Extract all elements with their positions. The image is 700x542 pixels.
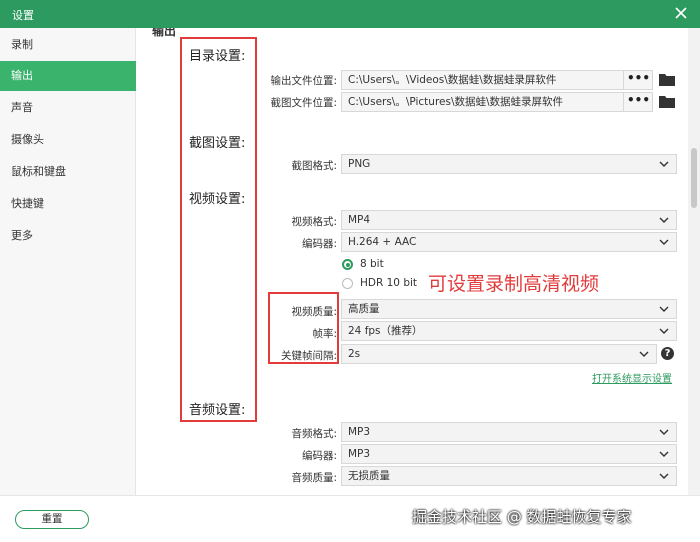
video-quality-select[interactable]: 高质量 [341,299,677,319]
chevron-down-icon [659,451,669,457]
chevron-down-icon [659,161,669,167]
reset-button[interactable]: 重置 [15,510,89,529]
hdr-10-bit-radio[interactable] [342,278,353,289]
audio-format-select[interactable]: MP3 [341,422,677,442]
output-heading: 输出 [152,28,177,38]
scrollbar-thumb[interactable] [691,148,697,208]
help-icon[interactable]: ? [661,347,674,360]
audio-encoder-value: MP3 [348,448,371,460]
content-scrollbar[interactable] [688,28,700,495]
screenshot-path-browse-button[interactable]: ••• [623,92,653,112]
audio-format-label: 音频格式: [291,428,337,440]
annotation-note: 可设置录制高清视频 [428,273,600,295]
chevron-down-icon [659,328,669,334]
sidebar-item-mouse-keyboard[interactable]: 鼠标和键盘 [0,157,136,187]
video-format-select[interactable]: MP4 [341,210,677,230]
sidebar-item-hotkeys[interactable]: 快捷键 [0,189,136,219]
audio-quality-value: 无损质量 [348,470,390,482]
video-encoder-select[interactable]: H.264 + AAC [341,232,677,252]
sidebar-item-sound[interactable]: 声音 [0,93,136,123]
close-icon[interactable] [672,4,690,22]
footer-bar: 重置 掘金技术社区 @ 数据蛙恢复专家 [0,495,700,542]
screenshot-format-value: PNG [348,158,371,170]
keyframe-interval-select[interactable]: 2s [341,344,657,364]
output-path-browse-button[interactable]: ••• [623,70,653,90]
frame-rate-select[interactable]: 24 fps（推荐） [341,321,677,341]
frame-rate-value: 24 fps（推荐） [348,325,423,337]
screenshot-folder-icon[interactable] [659,95,675,108]
open-display-settings-link[interactable]: 打开系统显示设置 [592,370,672,385]
output-path-field[interactable]: C:\Users\。\Videos\数据蛙\数据蛙录屏软件 ••• [341,70,653,90]
chevron-down-icon [659,217,669,223]
title-bar: 设置 [0,0,700,28]
chevron-down-icon [659,306,669,312]
audio-encoder-label: 编码器: [301,450,337,462]
screenshot-path-field[interactable]: C:\Users\。\Pictures\数据蛙\数据蛙录屏软件 ••• [341,92,653,112]
audio-quality-select[interactable]: 无损质量 [341,466,677,486]
watermark-text: 掘金技术社区 @ 数据蛙恢复专家 [412,508,632,526]
output-path-value: C:\Users\。\Videos\数据蛙\数据蛙录屏软件 [348,74,557,86]
settings-sidebar: 录制 输出 声音 摄像头 鼠标和键盘 快捷键 更多 [0,28,136,495]
sidebar-item-more[interactable]: 更多 [0,221,136,251]
screenshot-format-select[interactable]: PNG [341,154,677,174]
audio-format-value: MP3 [348,426,371,438]
keyframe-interval-value: 2s [348,348,361,360]
chevron-down-icon [659,239,669,245]
sidebar-item-output[interactable]: 输出 [0,61,136,91]
window-title: 设置 [12,9,34,22]
output-folder-icon[interactable] [659,73,675,86]
chevron-down-icon [659,429,669,435]
annotation-box-sections [180,37,257,422]
bit-8-radio[interactable] [342,259,353,270]
video-encoder-value: H.264 + AAC [348,236,417,248]
sidebar-item-record[interactable]: 录制 [0,30,136,60]
bit-8-label: 8 bit [360,258,384,270]
video-quality-value: 高质量 [348,303,380,315]
annotation-box-quality-settings [268,292,339,364]
chevron-down-icon [639,351,649,357]
sidebar-item-camera[interactable]: 摄像头 [0,125,136,155]
video-format-value: MP4 [348,214,371,226]
screenshot-path-value: C:\Users\。\Pictures\数据蛙\数据蛙录屏软件 [348,96,564,108]
audio-quality-label: 音频质量: [291,472,337,484]
audio-encoder-select[interactable]: MP3 [341,444,677,464]
chevron-down-icon [659,473,669,479]
hdr-10-bit-label: HDR 10 bit [360,277,418,289]
